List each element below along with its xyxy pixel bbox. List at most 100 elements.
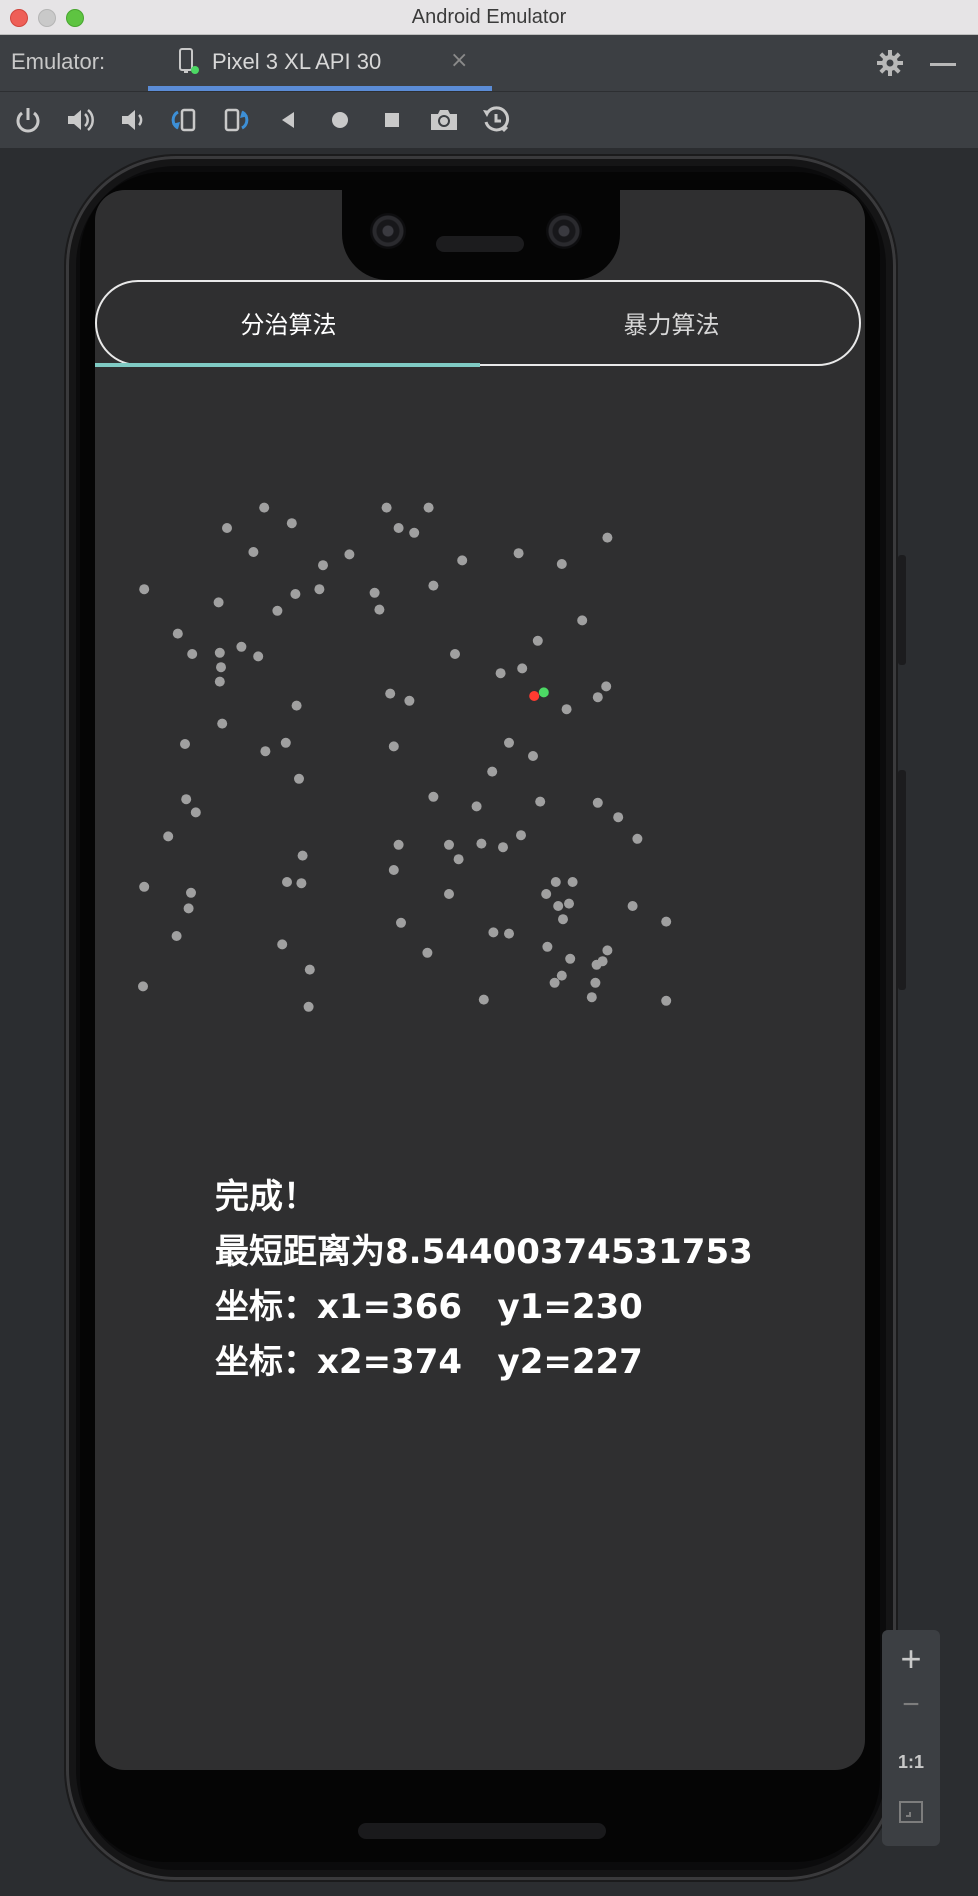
plot-point [532,635,543,646]
plot-point [163,831,174,842]
plot-point [318,560,328,571]
plot-point [553,901,564,911]
zoom-panel: + − 1:1 [882,1630,940,1846]
snapshot-icon[interactable] [480,104,512,136]
emulator-label: Emulator: [11,49,106,74]
volume-down-icon[interactable] [116,104,148,136]
plot-point [388,865,399,875]
zoom-out-button[interactable]: − [882,1688,940,1722]
plot-point [450,649,460,659]
plot-point [214,676,225,687]
home-icon[interactable] [324,104,356,136]
plot-point [291,700,302,711]
plot-point [504,737,514,748]
plot-point [601,681,612,692]
plot-point [286,518,297,529]
tab-brute-force[interactable]: 暴力算法 [480,282,863,368]
plot-point [592,797,603,808]
plot-point [567,877,578,887]
overview-icon[interactable] [376,104,408,136]
zoom-reset-button[interactable]: 1:1 [882,1752,940,1773]
plot-point [558,914,568,925]
plot-point [422,947,433,958]
closest-pair-point-2 [538,687,549,698]
plot-point [314,584,325,595]
result-status: 完成！ [215,1177,317,1217]
plot-point [476,838,487,849]
plot-point [294,773,304,784]
plot-point [592,692,603,703]
plot-point [393,839,404,850]
plot-point [495,668,506,679]
points-plot [138,502,672,1012]
plot-point [139,584,150,595]
plot-point [272,605,283,616]
emulator-toolbar [0,91,978,148]
bottom-speaker [358,1823,606,1839]
rotate-right-icon[interactable] [220,104,252,136]
device-tab-label: Pixel 3 XL API 30 [212,49,382,74]
plot-point [297,850,308,861]
plot-point [586,992,597,1003]
plot-point [139,881,150,892]
plot-point [409,527,420,538]
plot-point [172,628,183,639]
camera-icon[interactable] [428,104,460,136]
device-tab[interactable]: Pixel 3 XL API 30 × [148,35,492,91]
plot-point [541,889,552,899]
rotate-left-icon[interactable] [168,104,200,136]
plot-point [423,502,434,513]
emulator-tab-bar: Emulator: Pixel 3 XL API 30 × [0,35,978,91]
plot-point [385,688,396,699]
plot-point [190,807,201,818]
earpiece-speaker [436,236,524,252]
plot-point [556,559,567,569]
plot-point [393,523,404,533]
plot-point [516,830,526,841]
plot-point [565,953,576,964]
plot-point [388,741,399,752]
plot-point [260,746,271,757]
plot-point [550,877,561,887]
tab-divide-and-conquer[interactable]: 分治算法 [97,282,480,368]
plot-point [498,842,508,853]
plot-point [280,737,291,748]
front-camera-right [546,213,582,249]
plot-point [396,917,406,928]
gear-icon[interactable] [876,49,904,81]
plot-point [253,651,264,662]
plot-point [181,794,192,805]
plot-point [487,766,498,777]
plot-point [296,878,307,889]
app-tab-bar: 分治算法 暴力算法 [95,280,861,366]
plot-point [591,959,602,970]
plot-point [277,939,288,950]
plot-point [661,995,672,1006]
plot-point [171,931,182,941]
plot-point [428,580,439,591]
minimize-icon[interactable] [930,63,956,66]
plot-point [222,523,232,533]
plot-point [303,1001,314,1012]
fit-screen-icon[interactable] [882,1800,940,1829]
result-panel: 完成！ 最短距离为8.54400374531753 坐标：x1=366 y1=2… [215,1170,753,1390]
plot-point [187,649,198,659]
plot-point [444,889,454,899]
plot-point [248,547,259,557]
plot-point [213,597,224,608]
zoom-in-button[interactable]: + [882,1638,940,1680]
plot-point [138,981,148,992]
plot-point [517,663,528,674]
plot-point [561,704,572,715]
phone-power-button[interactable] [898,555,906,665]
phone-volume-button[interactable] [898,770,906,990]
close-tab-icon[interactable]: × [450,48,468,73]
plot-point [344,549,355,560]
volume-up-icon[interactable] [64,104,96,136]
power-icon[interactable] [12,104,44,136]
plot-point [428,791,439,802]
plot-point [627,901,638,911]
tab-indicator [95,363,480,367]
back-icon[interactable] [272,104,304,136]
device-phone-icon [178,48,200,80]
